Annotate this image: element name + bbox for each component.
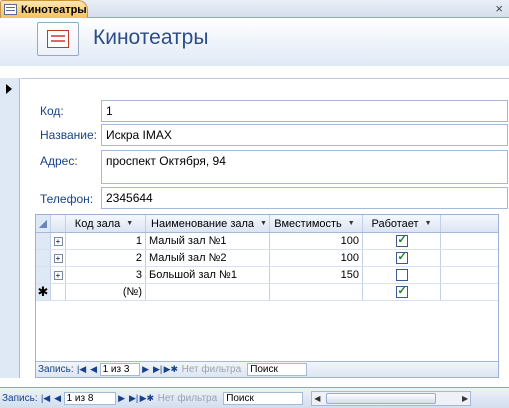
- cell-hall-name[interactable]: Большой зал №1: [146, 267, 270, 283]
- search-input[interactable]: Поиск: [223, 391, 304, 405]
- column-header-hall-name[interactable]: Наименование зала ▼: [146, 215, 270, 232]
- current-record-arrow-icon: [6, 84, 12, 94]
- cell-hall-name[interactable]: Малый зал №1: [146, 233, 270, 249]
- cell-hall-code[interactable]: 3: [66, 267, 146, 283]
- scrollbar-thumb[interactable]: [326, 392, 437, 404]
- address-label: Адрес:: [40, 154, 78, 168]
- next-record-icon[interactable]: ▶: [140, 364, 152, 375]
- table-row[interactable]: + 1 Малый зал №1 100: [36, 233, 498, 250]
- column-header-capacity[interactable]: Вместимость ▼: [270, 215, 363, 232]
- record-label: Запись:: [38, 364, 74, 375]
- chevron-down-icon[interactable]: ▼: [260, 220, 267, 227]
- main-navigation-bar: Запись: |◀ ◀ 1 из 8 ▶ ▶| ▶✱ Нет фильтра …: [0, 387, 509, 408]
- cell-hall-name[interactable]: Малый зал №2: [146, 250, 270, 266]
- cell-hall-code[interactable]: 2: [66, 250, 146, 266]
- first-record-icon[interactable]: |◀: [76, 364, 88, 375]
- table-row[interactable]: + 3 Большой зал №1 150: [36, 267, 498, 284]
- close-icon[interactable]: ×: [495, 1, 503, 16]
- grid-body: + 1 Малый зал №1 100 + 2 Малый зал №2 10…: [36, 233, 498, 301]
- phone-field[interactable]: 2345644: [101, 187, 508, 209]
- divider: [21, 78, 509, 79]
- record-position-input[interactable]: 1 из 8: [63, 391, 116, 405]
- new-record-icon[interactable]: ▶✱: [164, 364, 178, 375]
- asterisk-icon: ✱: [36, 284, 51, 300]
- record-selector-strip[interactable]: [0, 78, 20, 378]
- table-row[interactable]: + 2 Малый зал №2 100: [36, 250, 498, 267]
- next-record-icon[interactable]: ▶: [116, 393, 128, 404]
- subform-navigation-bar: Запись: |◀ ◀ 1 из 3 ▶ ▶| ▶✱ Нет фильтра …: [36, 361, 498, 377]
- cell-working[interactable]: [363, 250, 441, 266]
- form-large-icon: [37, 22, 79, 56]
- chevron-down-icon[interactable]: ▼: [126, 220, 133, 227]
- record-label: Запись:: [2, 392, 38, 404]
- last-record-icon[interactable]: ▶|: [128, 393, 140, 404]
- working-checkbox[interactable]: [395, 250, 408, 264]
- form-icon: [4, 4, 17, 15]
- cell-working[interactable]: [363, 267, 441, 283]
- scroll-right-icon[interactable]: ▶: [462, 392, 468, 405]
- grid-header: Код зала ▼ Наименование зала ▼ Вместимость…: [36, 215, 498, 233]
- record-position-input[interactable]: 1 из 3: [99, 363, 140, 376]
- halls-subform: Код зала ▼ Наименование зала ▼ Вместимость…: [35, 214, 499, 378]
- expander-header: [51, 215, 66, 232]
- chevron-down-icon[interactable]: ▼: [425, 220, 432, 227]
- scroll-left-icon[interactable]: ◀: [314, 392, 320, 405]
- cell-new-hall-name[interactable]: [146, 284, 270, 300]
- column-header-hall-code[interactable]: Код зала ▼: [66, 215, 146, 232]
- working-checkbox[interactable]: [395, 269, 408, 281]
- row-selector[interactable]: [36, 250, 51, 266]
- filter-status[interactable]: Нет фильтра: [158, 393, 218, 404]
- last-record-icon[interactable]: ▶|: [152, 364, 164, 375]
- horizontal-scrollbar[interactable]: ◀ ▶: [311, 390, 472, 406]
- document-tab[interactable]: Кинотеатры: [0, 0, 88, 18]
- cell-new-hall-code[interactable]: (№): [66, 284, 146, 300]
- search-input[interactable]: Поиск: [247, 363, 308, 376]
- name-label: Название:: [40, 128, 97, 142]
- first-record-icon[interactable]: |◀: [40, 393, 52, 404]
- name-field[interactable]: Искра IMAX: [101, 124, 508, 146]
- filter-status[interactable]: Нет фильтра: [182, 364, 242, 375]
- previous-record-icon[interactable]: ◀: [52, 393, 64, 404]
- address-field[interactable]: проспект Октября, 94: [101, 150, 508, 184]
- page-title: Кинотеатры: [93, 26, 209, 49]
- plus-expand-icon[interactable]: +: [51, 233, 66, 249]
- document-tab-label: Кинотеатры: [21, 3, 87, 16]
- cell-capacity[interactable]: 100: [270, 250, 363, 266]
- select-all-corner[interactable]: [36, 215, 51, 232]
- working-checkbox[interactable]: [395, 233, 408, 247]
- cell-capacity[interactable]: 150: [270, 267, 363, 283]
- plus-expand-icon[interactable]: +: [51, 267, 66, 283]
- cell-working[interactable]: [363, 233, 441, 249]
- column-header-working[interactable]: Работает ▼: [363, 215, 441, 232]
- new-record-icon[interactable]: ▶✱: [140, 393, 154, 404]
- code-field[interactable]: 1: [101, 100, 508, 122]
- cell-new-capacity[interactable]: [270, 284, 363, 300]
- new-record-row[interactable]: ✱ (№): [36, 284, 498, 301]
- previous-record-icon[interactable]: ◀: [88, 364, 100, 375]
- cell-capacity[interactable]: 100: [270, 233, 363, 249]
- cell-new-working[interactable]: [363, 284, 441, 300]
- chevron-down-icon[interactable]: ▼: [348, 220, 355, 227]
- code-label: Код:: [40, 104, 64, 118]
- phone-label: Телефон:: [40, 192, 94, 206]
- row-selector[interactable]: [36, 233, 51, 249]
- cell-hall-code[interactable]: 1: [66, 233, 146, 249]
- row-selector[interactable]: [36, 267, 51, 283]
- plus-expand-icon[interactable]: +: [51, 250, 66, 266]
- working-checkbox[interactable]: [395, 284, 408, 298]
